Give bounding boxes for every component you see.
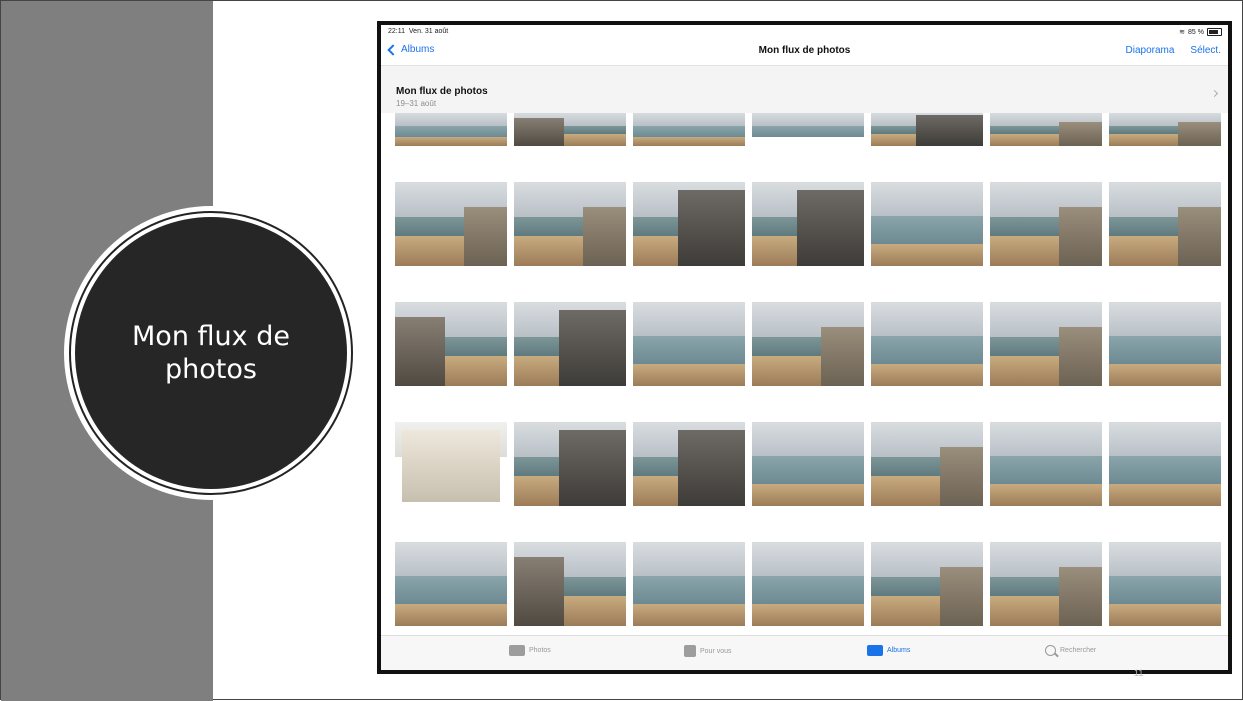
photo-thumbnail[interactable] xyxy=(633,112,745,146)
photo-thumbnail[interactable] xyxy=(871,542,983,626)
chevron-right-icon xyxy=(1210,89,1219,98)
photo-thumbnail[interactable] xyxy=(395,542,507,626)
tab-label: Albums xyxy=(887,647,911,654)
photo-thumbnail[interactable] xyxy=(633,542,745,626)
for-you-icon xyxy=(684,645,696,657)
photo-thumbnail[interactable] xyxy=(395,182,507,266)
section-header[interactable]: Mon flux de photos 19–31 août xyxy=(381,66,1228,113)
tab-albums[interactable]: Albums xyxy=(867,645,910,656)
tab-search[interactable]: Rechercher xyxy=(1045,645,1096,656)
section-title: Mon flux de photos xyxy=(396,86,488,97)
photos-icon xyxy=(509,645,525,656)
tab-label: Rechercher xyxy=(1060,647,1097,654)
photo-thumbnail[interactable] xyxy=(514,542,626,626)
page-number: 11 xyxy=(1134,668,1144,678)
photo-thumbnail[interactable] xyxy=(871,112,983,146)
photo-thumbnail[interactable] xyxy=(752,422,864,506)
title-circle: Mon flux de photos xyxy=(75,217,347,489)
tab-bar: Photos Pour vous Albums Rechercher xyxy=(381,635,1228,670)
section-date-range: 19–31 août xyxy=(396,99,437,108)
photo-thumbnail[interactable] xyxy=(1109,182,1221,266)
slide-title: Mon flux de photos xyxy=(132,321,290,385)
photo-thumbnail[interactable] xyxy=(633,422,745,506)
photo-thumbnail[interactable] xyxy=(395,302,507,386)
albums-icon xyxy=(867,645,883,656)
photo-thumbnail[interactable] xyxy=(514,182,626,266)
photo-thumbnail[interactable] xyxy=(871,182,983,266)
photo-thumbnail[interactable] xyxy=(633,182,745,266)
photo-thumbnail[interactable] xyxy=(1109,422,1221,506)
photo-thumbnail[interactable] xyxy=(990,422,1102,506)
tab-for-you[interactable]: Pour vous xyxy=(684,645,732,657)
photo-thumbnail[interactable] xyxy=(514,422,626,506)
tab-photos[interactable]: Photos xyxy=(509,645,551,656)
photo-thumbnail[interactable] xyxy=(1109,302,1221,386)
search-icon xyxy=(1045,645,1056,656)
photo-thumbnail[interactable] xyxy=(752,302,864,386)
tab-label: Pour vous xyxy=(700,647,732,655)
photo-thumbnail[interactable] xyxy=(514,302,626,386)
photo-thumbnail[interactable] xyxy=(990,182,1102,266)
photo-thumbnail[interactable] xyxy=(752,182,864,266)
photo-thumbnail[interactable] xyxy=(752,112,864,146)
photo-thumbnail[interactable] xyxy=(633,302,745,386)
photo-thumbnail[interactable] xyxy=(1109,112,1221,146)
photo-thumbnail[interactable] xyxy=(395,112,507,146)
photo-thumbnail[interactable] xyxy=(990,112,1102,146)
tab-label: Photos xyxy=(529,647,551,654)
photo-thumbnail[interactable] xyxy=(990,542,1102,626)
photo-grid xyxy=(381,25,1228,670)
photo-thumbnail[interactable] xyxy=(395,422,507,506)
photo-thumbnail[interactable] xyxy=(514,112,626,146)
ipad-screenshot: 22:11 Ven. 31 août ≋ 85 % Albums Mon flu… xyxy=(377,21,1232,674)
photo-thumbnail[interactable] xyxy=(1109,542,1221,626)
photo-thumbnail[interactable] xyxy=(752,542,864,626)
photo-thumbnail[interactable] xyxy=(990,302,1102,386)
photo-thumbnail[interactable] xyxy=(871,302,983,386)
slide: Mon flux de photos 22:11 Ven. 31 août ≋ … xyxy=(0,0,1243,701)
photo-thumbnail[interactable] xyxy=(871,422,983,506)
